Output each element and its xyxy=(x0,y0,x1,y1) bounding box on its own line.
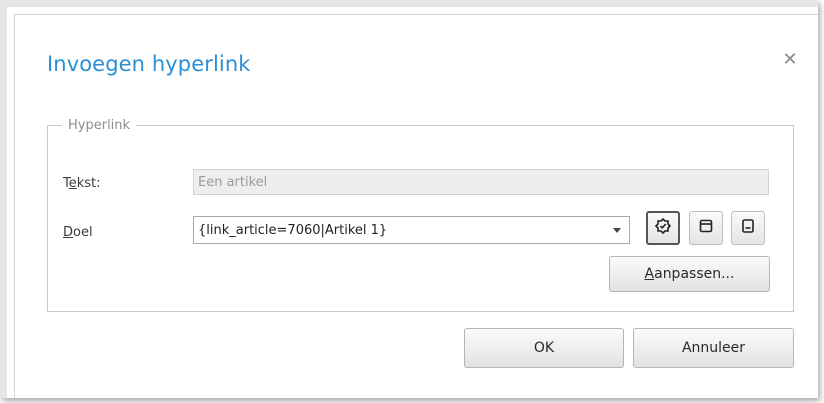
group-legend: Hyperlink xyxy=(68,118,131,133)
page-button[interactable] xyxy=(731,211,765,245)
close-icon[interactable]: ✕ xyxy=(780,50,800,70)
document-icon xyxy=(698,218,714,238)
link-button[interactable] xyxy=(646,211,680,245)
page-icon xyxy=(740,218,756,238)
ok-button[interactable]: OK xyxy=(464,328,624,368)
link-icon xyxy=(654,217,672,239)
doel-label: Doel xyxy=(63,225,93,240)
tekst-field[interactable]: Een artikel xyxy=(193,169,769,195)
document-button[interactable] xyxy=(689,211,723,245)
doel-value: {link_article=7060|Artikel 1} xyxy=(198,222,388,238)
dialog-title: Invoegen hyperlink xyxy=(47,52,251,76)
chevron-down-icon[interactable] xyxy=(613,228,621,233)
doel-dropdown[interactable]: {link_article=7060|Artikel 1} xyxy=(193,216,630,244)
tekst-label: Tekst: xyxy=(63,176,101,191)
cancel-button[interactable]: Annuleer xyxy=(633,328,794,368)
aanpassen-button[interactable]: Aanpassen... xyxy=(609,256,770,292)
